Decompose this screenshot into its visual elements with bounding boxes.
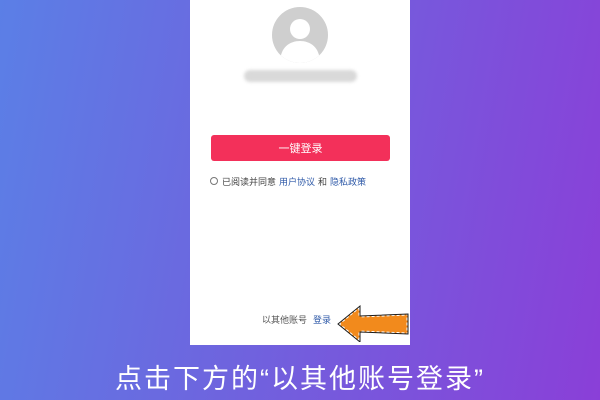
user-avatar-icon bbox=[272, 7, 328, 63]
masked-phone-number bbox=[244, 70, 357, 82]
login-screen: 一键登录 已阅读并同意 用户协议 和 隐私政策 以其他账号 登录 bbox=[190, 0, 410, 345]
other-account-text: 以其他账号 bbox=[262, 315, 308, 326]
other-account-login: 以其他账号 登录 bbox=[262, 312, 331, 326]
agreement-conjunction: 和 bbox=[318, 177, 328, 188]
terms-link[interactable]: 用户协议 bbox=[279, 175, 315, 188]
instruction-caption: 点击下方的“以其他账号登录” bbox=[115, 364, 485, 394]
one-click-login-button[interactable]: 一键登录 bbox=[211, 135, 390, 161]
other-account-login-link[interactable]: 登录 bbox=[313, 313, 331, 326]
agreement-radio[interactable] bbox=[210, 177, 218, 185]
privacy-link[interactable]: 隐私政策 bbox=[330, 175, 366, 188]
agreement-row: 已阅读并同意 用户协议 和 隐私政策 bbox=[210, 174, 400, 188]
agreement-prefix: 已阅读并同意 bbox=[222, 177, 277, 188]
pointer-arrow-icon bbox=[336, 302, 410, 342]
